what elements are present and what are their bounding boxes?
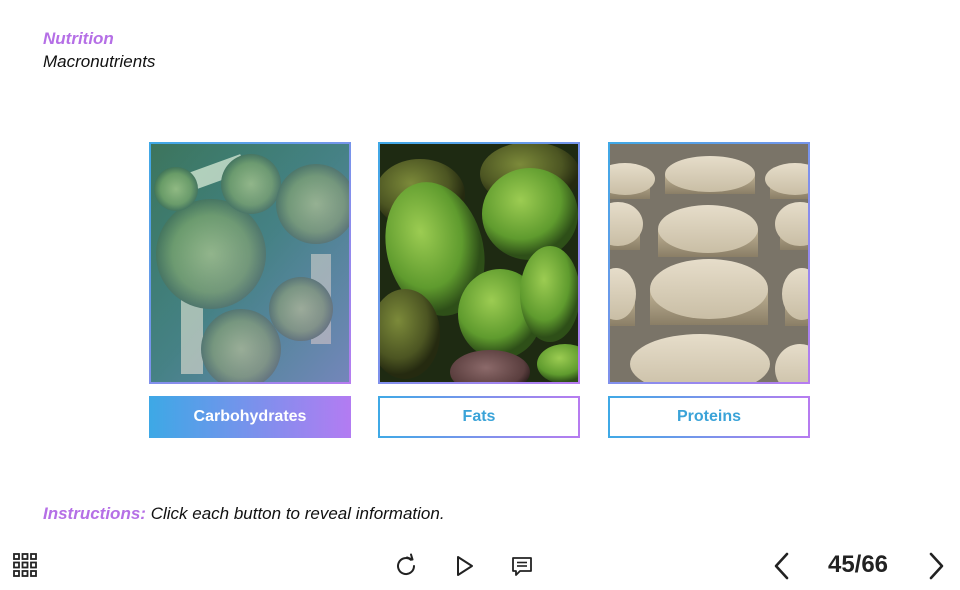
player-toolbar: 45/66 xyxy=(0,540,960,590)
card-carbohydrates: Carbohydrates xyxy=(149,142,351,438)
instructions-lead: Instructions: xyxy=(43,504,146,523)
card-proteins: Proteins xyxy=(608,142,810,438)
play-icon[interactable] xyxy=(450,552,478,580)
card-fats: Fats xyxy=(378,142,580,438)
fats-button[interactable]: Fats xyxy=(378,396,580,438)
broccoli-image xyxy=(149,142,351,384)
course-title: Nutrition xyxy=(43,29,114,48)
menu-grid-icon[interactable] xyxy=(12,552,38,578)
header: Nutrition Macronutrients xyxy=(43,29,155,73)
instructions: Instructions: Click each button to revea… xyxy=(43,504,445,524)
replay-icon[interactable] xyxy=(392,552,420,580)
page-counter: 45/66 xyxy=(827,551,889,578)
avocados-image xyxy=(378,142,580,384)
chevron-left-icon[interactable] xyxy=(768,550,796,582)
proteins-button[interactable]: Proteins xyxy=(608,396,810,438)
carbohydrates-button[interactable]: Carbohydrates xyxy=(149,396,351,438)
instructions-text: Click each button to reveal information. xyxy=(150,504,445,523)
topic-title: Macronutrients xyxy=(43,52,156,71)
protein-discs-image xyxy=(608,142,810,384)
notes-icon[interactable] xyxy=(508,552,536,580)
chevron-right-icon[interactable] xyxy=(922,550,950,582)
